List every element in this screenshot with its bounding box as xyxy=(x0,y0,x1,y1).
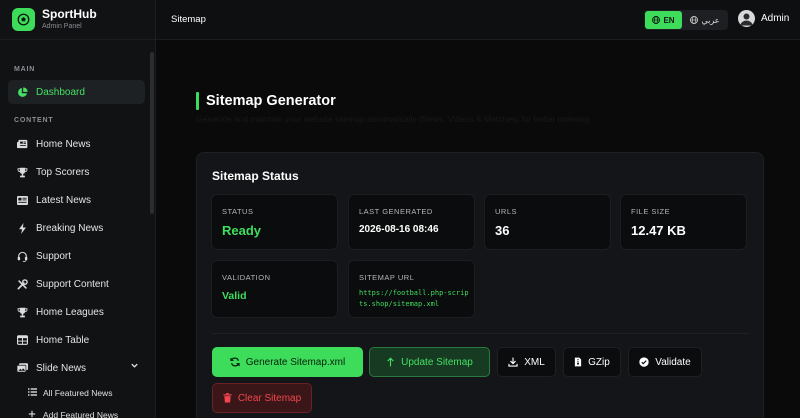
lang-en-button[interactable]: EN xyxy=(645,11,682,29)
status-value: Ready xyxy=(222,223,262,238)
sidebar-item-label: Slide News xyxy=(36,362,87,374)
stat-label: SITEMAP URL xyxy=(359,273,415,282)
sidebar-subitem-label: Add Featured News xyxy=(43,410,119,418)
soccer-ball-icon xyxy=(12,8,35,31)
breadcrumb: Sitemap xyxy=(171,14,206,25)
topbar: Sitemap EN عربي Admin xyxy=(156,0,800,40)
trophy-icon xyxy=(16,306,28,318)
divider xyxy=(212,333,749,334)
slides-icon xyxy=(16,362,28,374)
pie-chart-icon xyxy=(16,86,28,98)
sidebar-scrollbar[interactable] xyxy=(150,52,154,214)
file-zip-icon xyxy=(575,357,582,367)
sidebar-subitem-all-featured-news[interactable]: All Featured News xyxy=(0,382,155,404)
stat-status: STATUS Ready xyxy=(211,194,338,250)
sitemap-status-card: Sitemap Status STATUS Ready LAST GENERAT… xyxy=(196,152,764,418)
gzip-label: GZip xyxy=(588,356,610,368)
trophy-icon xyxy=(16,166,28,178)
arrow-up-icon xyxy=(387,357,394,367)
list-icon xyxy=(28,388,38,398)
generate-sitemap-button[interactable]: Generate Sitemap.xml xyxy=(212,347,363,377)
sidebar-item-support-content[interactable]: Support Content xyxy=(8,270,145,298)
brand-name: SportHub xyxy=(42,6,97,21)
bolt-icon xyxy=(16,222,28,234)
sidebar-item-label: Dashboard xyxy=(36,86,85,98)
globe-icon xyxy=(690,16,699,24)
card-title: Sitemap Status xyxy=(212,169,299,183)
stat-label: URLS xyxy=(495,207,518,216)
trash-icon xyxy=(223,393,232,403)
brand-subtitle: Admin Panel xyxy=(42,22,82,30)
clear-sitemap-button[interactable]: Clear Sitemap xyxy=(212,383,312,413)
stat-label: STATUS xyxy=(222,207,254,216)
stat-urls: URLS 36 xyxy=(484,194,611,250)
sidebar-item-dashboard[interactable]: Dashboard xyxy=(8,80,145,104)
chevron-down-icon[interactable] xyxy=(130,361,139,373)
check-circle-icon xyxy=(639,357,649,367)
sidebar: SportHub Admin Panel MAIN Dashboard CONT… xyxy=(0,0,156,418)
lang-en-label: EN xyxy=(663,15,675,25)
brand[interactable]: SportHub Admin Panel xyxy=(0,0,155,40)
newspaper-icon xyxy=(16,138,28,150)
user-name: Admin xyxy=(761,13,790,24)
sidebar-item-label: Home Table xyxy=(36,334,90,346)
download-gzip-button[interactable]: GZip xyxy=(563,347,621,377)
validate-label: Validate xyxy=(655,356,691,368)
download-xml-button[interactable]: XML xyxy=(497,347,556,377)
sidebar-item-label: Breaking News xyxy=(36,222,104,234)
sidebar-item-home-table[interactable]: Home Table xyxy=(8,326,145,354)
stat-validation: VALIDATION Valid xyxy=(211,260,338,318)
clear-sitemap-label: Clear Sitemap xyxy=(237,392,302,404)
urls-value: 36 xyxy=(495,223,510,238)
stat-file-size: FILE SIZE 12.47 KB xyxy=(620,194,747,250)
page-subtitle: Generate and maintain your website sitem… xyxy=(196,114,592,124)
user-menu[interactable]: Admin xyxy=(738,10,789,27)
sidebar-item-support[interactable]: Support xyxy=(8,242,145,270)
last-generated-value: 2026-08-16 08:46 xyxy=(359,224,439,235)
sidebar-item-label: Latest News xyxy=(36,194,92,206)
sidebar-subitem-label: All Featured News xyxy=(43,388,113,398)
stat-sitemap-url: SITEMAP URL https://football.php-scripts… xyxy=(348,260,475,318)
sidebar-item-top-scorers[interactable]: Top Scorers xyxy=(8,158,145,186)
sitemap-url-link[interactable]: https://football.php-scripts.shop/sitema… xyxy=(359,288,471,310)
sidebar-item-latest-news[interactable]: Latest News xyxy=(8,186,145,214)
sidebar-item-label: Support Content xyxy=(36,278,109,290)
download-icon xyxy=(508,357,518,367)
validation-value: Valid xyxy=(222,290,247,302)
language-switcher: EN عربي xyxy=(644,10,728,30)
stat-label: LAST GENERATED xyxy=(359,207,433,216)
sidebar-item-breaking-news[interactable]: Breaking News xyxy=(8,214,145,242)
sidebar-item-slide-news[interactable]: Slide News xyxy=(8,354,145,382)
file-size-value: 12.47 KB xyxy=(631,223,686,238)
sidebar-section-content: CONTENT xyxy=(14,117,54,124)
sidebar-section-main: MAIN xyxy=(14,66,36,73)
sidebar-item-home-leagues[interactable]: Home Leagues xyxy=(8,298,145,326)
refresh-icon xyxy=(230,357,240,367)
table-icon xyxy=(16,334,28,346)
sidebar-item-label: Support xyxy=(36,250,72,262)
stat-last-generated: LAST GENERATED 2026-08-16 08:46 xyxy=(348,194,475,250)
generate-sitemap-label: Generate Sitemap.xml xyxy=(245,356,346,368)
xml-label: XML xyxy=(524,356,545,368)
lang-ar-button[interactable]: عربي xyxy=(682,11,728,29)
sidebar-item-label: Home Leagues xyxy=(36,306,104,318)
lang-ar-label: عربي xyxy=(701,15,720,25)
sidebar-item-home-news[interactable]: Home News xyxy=(8,130,145,158)
update-sitemap-button[interactable]: Update Sitemap xyxy=(369,347,490,377)
stat-label: VALIDATION xyxy=(222,273,271,282)
update-sitemap-label: Update Sitemap xyxy=(401,356,473,368)
sidebar-item-label: Home News xyxy=(36,138,91,150)
page-title: Sitemap Generator xyxy=(206,93,336,109)
avatar xyxy=(738,10,755,27)
title-accent-bar xyxy=(196,92,199,110)
globe-icon xyxy=(652,16,661,24)
stat-label: FILE SIZE xyxy=(631,207,671,216)
plus-icon xyxy=(28,410,38,418)
headset-icon xyxy=(16,250,28,262)
news-icon xyxy=(16,194,28,206)
tools-icon xyxy=(16,278,28,290)
validate-button[interactable]: Validate xyxy=(628,347,702,377)
sidebar-item-label: Top Scorers xyxy=(36,166,90,178)
sidebar-subitem-add-featured-news[interactable]: Add Featured News xyxy=(0,404,155,418)
